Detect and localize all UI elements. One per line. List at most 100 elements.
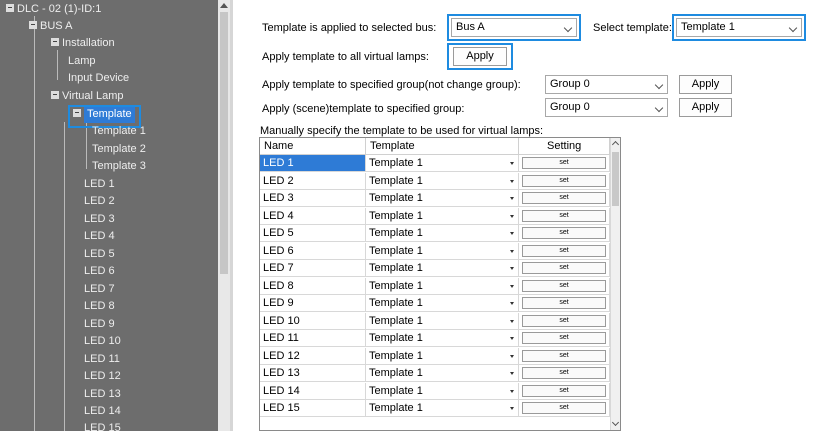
set-button[interactable]: set xyxy=(522,192,606,204)
row-name-cell[interactable]: LED 3 xyxy=(260,190,366,207)
collapse-icon[interactable] xyxy=(6,4,14,13)
row-name-cell[interactable]: LED 15 xyxy=(260,400,366,417)
table-row[interactable]: LED 9 Template 1 set xyxy=(260,295,610,312)
table-row[interactable]: LED 14 Template 1 set xyxy=(260,382,610,400)
row-name-cell[interactable]: LED 4 xyxy=(260,207,366,225)
row-template-cell[interactable]: Template 1 xyxy=(366,225,519,242)
row-name-cell[interactable]: LED 8 xyxy=(260,277,366,295)
scroll-up-icon[interactable] xyxy=(220,3,228,8)
dropdown-arrow-icon[interactable] xyxy=(510,407,514,410)
apply-group-button[interactable]: Apply xyxy=(679,75,732,94)
tree-node-root[interactable]: DLC - 02 (1)-ID:1 xyxy=(6,1,101,18)
dropdown-arrow-icon[interactable] xyxy=(510,179,514,183)
row-template-cell[interactable]: Template 1 xyxy=(366,295,519,312)
set-button[interactable]: set xyxy=(522,402,606,414)
tree-node-led-3[interactable]: LED 3 xyxy=(84,211,115,228)
set-button[interactable]: set xyxy=(522,174,606,187)
dropdown-arrow-icon[interactable] xyxy=(510,372,514,375)
row-name-cell[interactable]: LED 9 xyxy=(260,295,366,312)
row-template-cell[interactable]: Template 1 xyxy=(366,155,519,172)
row-name-cell[interactable]: LED 1 xyxy=(260,155,366,172)
set-button[interactable]: set xyxy=(522,297,606,309)
column-header-template[interactable]: Template xyxy=(366,138,519,155)
row-template-cell[interactable]: Template 1 xyxy=(366,365,519,382)
dropdown-arrow-icon[interactable] xyxy=(510,249,514,253)
apply-scene-button[interactable]: Apply xyxy=(679,98,732,117)
table-row[interactable]: LED 7 Template 1 set xyxy=(260,260,610,277)
scroll-up-icon[interactable] xyxy=(611,140,620,149)
row-template-cell[interactable]: Template 1 xyxy=(366,312,519,330)
panel-splitter[interactable] xyxy=(230,0,233,431)
tree-node-led-11[interactable]: LED 11 xyxy=(84,351,120,368)
row-name-cell[interactable]: LED 5 xyxy=(260,225,366,242)
set-button[interactable]: set xyxy=(522,157,606,169)
row-template-cell[interactable]: Template 1 xyxy=(366,207,519,225)
tree-node-input-device[interactable]: Input Device xyxy=(68,70,129,87)
table-row[interactable]: LED 10 Template 1 set xyxy=(260,312,610,330)
set-button[interactable]: set xyxy=(522,279,606,292)
table-row[interactable]: LED 6 Template 1 set xyxy=(260,242,610,260)
column-header-name[interactable]: Name xyxy=(260,138,366,155)
tree-node-lamp[interactable]: Lamp xyxy=(68,53,96,70)
group-select-2[interactable]: Group 0 xyxy=(545,98,668,117)
row-template-cell[interactable]: Template 1 xyxy=(366,277,519,295)
row-name-cell[interactable]: LED 6 xyxy=(260,242,366,260)
set-button[interactable]: set xyxy=(522,349,606,362)
tree-node-template-1[interactable]: Template 1 xyxy=(92,123,146,140)
tree-node-led-10[interactable]: LED 10 xyxy=(84,333,121,350)
set-button[interactable]: set xyxy=(522,209,606,222)
tree-node-led-5[interactable]: LED 5 xyxy=(84,246,115,263)
tree-node-bus[interactable]: BUS A xyxy=(29,18,72,35)
row-template-cell[interactable]: Template 1 xyxy=(366,347,519,365)
dropdown-arrow-icon[interactable] xyxy=(510,162,514,165)
row-template-cell[interactable]: Template 1 xyxy=(366,330,519,347)
dropdown-arrow-icon[interactable] xyxy=(510,302,514,305)
tree-node-led-15[interactable]: LED 15 xyxy=(84,420,121,431)
dropdown-arrow-icon[interactable] xyxy=(510,232,514,235)
set-button[interactable]: set xyxy=(522,367,606,379)
table-row[interactable]: LED 4 Template 1 set xyxy=(260,207,610,225)
collapse-icon[interactable] xyxy=(51,91,59,100)
row-name-cell[interactable]: LED 7 xyxy=(260,260,366,277)
group-select-1[interactable]: Group 0 xyxy=(545,75,668,94)
dropdown-arrow-icon[interactable] xyxy=(510,354,514,358)
row-template-cell[interactable]: Template 1 xyxy=(366,382,519,400)
set-button[interactable]: set xyxy=(522,314,606,327)
set-button[interactable]: set xyxy=(522,227,606,239)
tree-node-template-2[interactable]: Template 2 xyxy=(92,141,146,158)
table-row[interactable]: LED 1 Template 1 set xyxy=(260,155,610,172)
tree-node-led-9[interactable]: LED 9 xyxy=(84,316,115,333)
set-button[interactable]: set xyxy=(522,332,606,344)
dropdown-arrow-icon[interactable] xyxy=(510,389,514,393)
scroll-down-icon[interactable] xyxy=(611,418,620,427)
tree-node-installation[interactable]: Installation xyxy=(51,35,115,52)
row-name-cell[interactable]: LED 12 xyxy=(260,347,366,365)
grid-scrollbar[interactable] xyxy=(610,138,620,430)
tree-node-led-8[interactable]: LED 8 xyxy=(84,298,115,315)
dropdown-arrow-icon[interactable] xyxy=(510,214,514,218)
project-tree[interactable]: DLC - 02 (1)-ID:1 BUS A Installation Lam… xyxy=(0,0,218,431)
row-template-cell[interactable]: Template 1 xyxy=(366,400,519,417)
column-header-setting[interactable]: Setting xyxy=(519,138,610,155)
row-template-cell[interactable]: Template 1 xyxy=(366,260,519,277)
tree-node-led-13[interactable]: LED 13 xyxy=(84,386,121,403)
template-grid[interactable]: Name Template Setting LED 1 Template 1 set… xyxy=(259,137,621,431)
dropdown-arrow-icon[interactable] xyxy=(510,197,514,200)
table-row[interactable]: LED 5 Template 1 set xyxy=(260,225,610,242)
row-template-cell[interactable]: Template 1 xyxy=(366,190,519,207)
tree-node-led-14[interactable]: LED 14 xyxy=(84,403,121,420)
table-row[interactable]: LED 8 Template 1 set xyxy=(260,277,610,295)
tree-node-led-2[interactable]: LED 2 xyxy=(84,193,115,210)
dropdown-arrow-icon[interactable] xyxy=(510,267,514,270)
dropdown-arrow-icon[interactable] xyxy=(510,337,514,340)
tree-node-virtual-lamp[interactable]: Virtual Lamp xyxy=(51,88,124,105)
dropdown-arrow-icon[interactable] xyxy=(510,284,514,288)
row-name-cell[interactable]: LED 11 xyxy=(260,330,366,347)
tree-node-led-1[interactable]: LED 1 xyxy=(84,176,115,193)
tree-node-led-7[interactable]: LED 7 xyxy=(84,281,115,298)
collapse-icon[interactable] xyxy=(51,38,59,47)
tree-scrollbar[interactable] xyxy=(218,0,230,431)
row-template-cell[interactable]: Template 1 xyxy=(366,172,519,190)
row-name-cell[interactable]: LED 10 xyxy=(260,312,366,330)
set-button[interactable]: set xyxy=(522,262,606,274)
